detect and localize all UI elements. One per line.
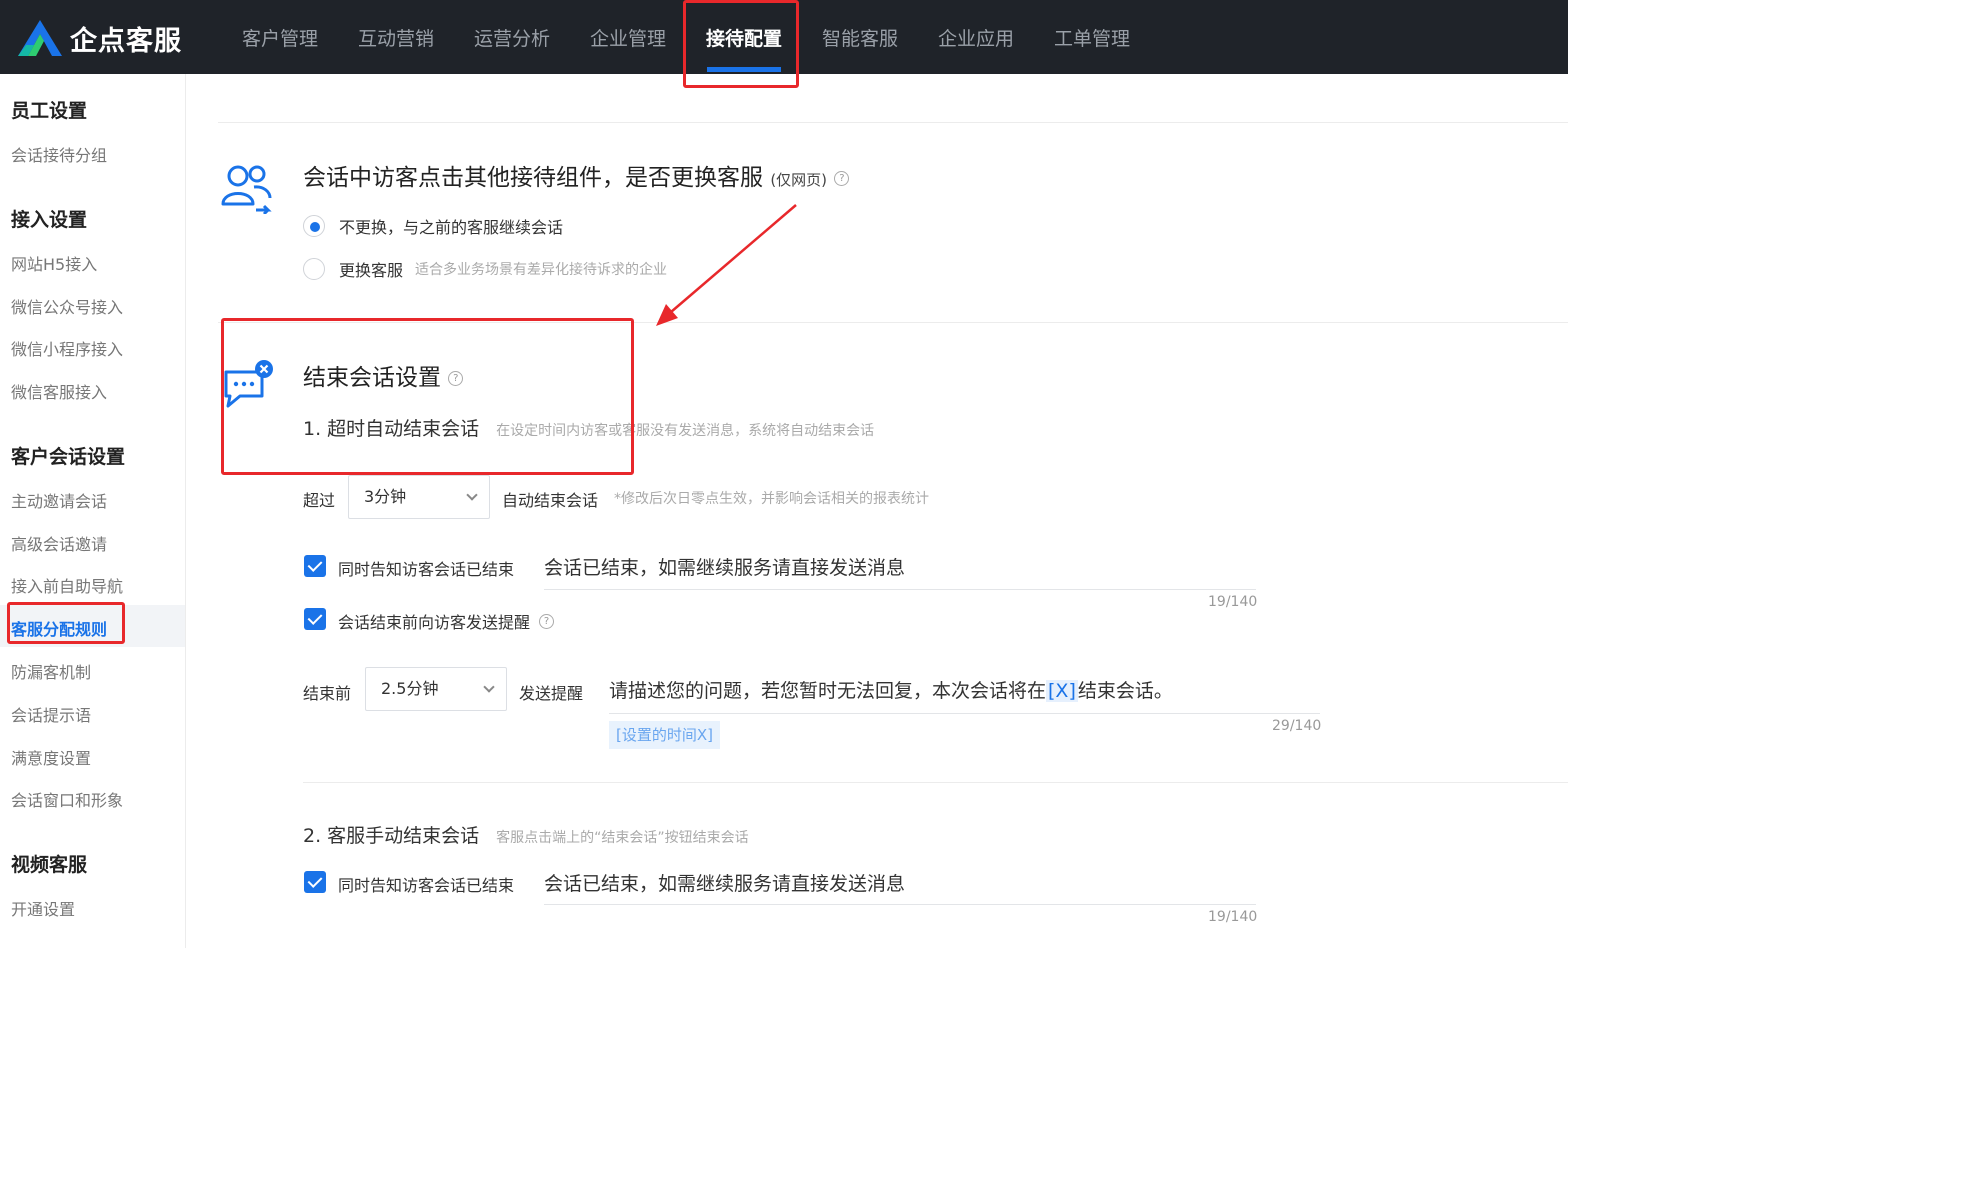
nav-tab-label: 运营分析 — [473, 28, 550, 50]
switch-agent-title-suffix: (仅网页) — [770, 171, 828, 189]
chevron-down-icon — [466, 489, 478, 501]
nav-tab-label: 接待配置 — [705, 28, 782, 50]
main-nav: 客户管理 互动营销 运营分析 企业管理 接待配置 智能客服 企业应用 工单管理 — [222, 0, 1150, 74]
nav-tab-operation-analysis[interactable]: 运营分析 — [454, 0, 570, 74]
radio-switch-agent[interactable]: 更换客服 适合多业务场景有差异化接待诉求的企业 — [303, 257, 667, 281]
switch-agent-title-text: 会话中访客点击其他接待组件，是否更换客服 — [303, 165, 763, 191]
brand-logo[interactable]: 企点客服 — [18, 18, 182, 58]
time-variable-chip[interactable]: [X] — [1046, 680, 1078, 702]
sidebar: 员工设置 会话接待分组 接入设置 网站H5接入 微信公众号接入 微信小程序接入 … — [0, 74, 186, 948]
sidebar-item-window-appearance[interactable]: 会话窗口和形象 — [11, 787, 123, 811]
end-session-title: 结束会话设置 ? — [303, 358, 464, 392]
manual-notify-message-text: 会话已结束，如需继续服务请直接发送消息 — [544, 873, 906, 895]
active-tab-indicator — [707, 67, 781, 72]
remind-message-text: 请描述您的问题，若您暂时无法回复，本次会话将在 — [609, 680, 1047, 702]
timeout-prefix-label: 超过 — [303, 491, 336, 510]
nav-tab-enterprise-apps[interactable]: 企业应用 — [918, 0, 1034, 74]
sidebar-item-activation[interactable]: 开通设置 — [11, 896, 75, 920]
remind-checkbox[interactable] — [304, 608, 326, 630]
auto-end-heading-row: 1. 超时自动结束会话 在设定时间内访客或客服没有发送消息，系统将自动结束会话 — [303, 414, 874, 441]
auto-end-hint: 在设定时间内访客或客服没有发送消息，系统将自动结束会话 — [496, 423, 875, 439]
radio-button[interactable] — [303, 215, 325, 237]
remind-label-row: 会话结束前向访客发送提醒 ? — [338, 609, 555, 633]
notify-end-message-input[interactable]: 会话已结束，如需继续服务请直接发送消息 — [544, 553, 1256, 590]
nav-tab-customer-management[interactable]: 客户管理 — [222, 0, 338, 74]
nav-tab-label: 客户管理 — [241, 28, 318, 50]
insert-time-variable-tag[interactable]: [设置的时间X] — [609, 721, 720, 749]
manual-notify-message-input[interactable]: 会话已结束，如需继续服务请直接发送消息 — [544, 869, 1256, 905]
manual-end-heading: 2. 客服手动结束会话 — [303, 825, 480, 847]
auto-end-heading: 1. 超时自动结束会话 — [303, 418, 480, 440]
notify-end-counter: 19/140 — [1208, 594, 1258, 610]
divider — [303, 782, 1568, 783]
remind-counter: 29/140 — [1272, 718, 1322, 734]
manual-notify-checkbox[interactable] — [304, 871, 326, 893]
sidebar-item-session-groups[interactable]: 会话接待分组 — [11, 142, 107, 166]
manual-end-heading-row: 2. 客服手动结束会话 客服点击端上的“结束会话”按钮结束会话 — [303, 821, 749, 848]
brand-logo-icon — [18, 20, 62, 56]
nav-tab-label: 互动营销 — [357, 28, 434, 50]
sidebar-section-title: 客户会话设置 — [11, 446, 126, 468]
timeout-note: *修改后次日零点生效，并影响会话相关的报表统计 — [614, 491, 929, 507]
remind-message-text-end: 结束会话。 — [1077, 680, 1173, 702]
brand-name: 企点客服 — [70, 25, 182, 57]
nav-tab-reception-config[interactable]: 接待配置 — [686, 0, 802, 74]
sidebar-item-wechat-service[interactable]: 微信客服接入 — [11, 379, 107, 403]
remind-label: 会话结束前向访客发送提醒 — [338, 613, 531, 632]
help-icon[interactable]: ? — [834, 171, 850, 186]
manual-notify-counter: 19/140 — [1208, 909, 1258, 925]
main-content: 会话中访客点击其他接待组件，是否更换客服 (仅网页) ? 不更换，与之前的客服继… — [186, 74, 1568, 948]
remind-prefix-label: 结束前 — [303, 684, 352, 703]
radio-label: 更换客服 — [339, 261, 404, 280]
manual-notify-label: 同时告知访客会话已结束 — [338, 876, 515, 895]
radio-button[interactable] — [303, 258, 325, 280]
timeout-select-value: 3分钟 — [364, 487, 407, 506]
sidebar-item-proactive-invite[interactable]: 主动邀请会话 — [11, 488, 107, 512]
sidebar-item-wechat-miniprogram[interactable]: 微信小程序接入 — [11, 336, 123, 360]
sidebar-item-satisfaction[interactable]: 满意度设置 — [11, 745, 91, 769]
chevron-down-icon — [483, 681, 495, 693]
sidebar-item-anti-loss[interactable]: 防漏客机制 — [11, 659, 91, 683]
sidebar-item-self-navigation[interactable]: 接入前自助导航 — [11, 573, 123, 597]
remind-message-input[interactable]: 请描述您的问题，若您暂时无法回复，本次会话将在 [X] 结束会话。 — [609, 676, 1320, 714]
sidebar-item-wechat-official[interactable]: 微信公众号接入 — [11, 294, 123, 318]
radio-label: 不更换，与之前的客服继续会话 — [339, 218, 564, 237]
top-navigation-bar: 企点客服 客户管理 互动营销 运营分析 企业管理 接待配置 智能客服 企业应用 … — [0, 0, 1568, 74]
sidebar-item-web-h5[interactable]: 网站H5接入 — [11, 251, 97, 275]
remind-suffix-label: 发送提醒 — [519, 684, 584, 703]
annotation-arrow — [656, 204, 797, 326]
users-switch-icon — [221, 165, 272, 214]
remind-time-select-value: 2.5分钟 — [381, 679, 439, 698]
end-session-title-text: 结束会话设置 — [303, 365, 441, 391]
remind-time-select[interactable]: 2.5分钟 — [365, 667, 507, 711]
nav-tab-interactive-marketing[interactable]: 互动营销 — [338, 0, 454, 74]
switch-agent-title: 会话中访客点击其他接待组件，是否更换客服 (仅网页) ? — [303, 158, 850, 192]
nav-tab-label: 企业管理 — [589, 28, 666, 50]
nav-tab-label: 企业应用 — [937, 28, 1014, 50]
nav-tab-ticket-management[interactable]: 工单管理 — [1034, 0, 1150, 74]
manual-end-hint: 客服点击端上的“结束会话”按钮结束会话 — [496, 830, 749, 846]
sidebar-item-advanced-invite[interactable]: 高级会话邀请 — [11, 531, 107, 555]
notify-end-label: 同时告知访客会话已结束 — [338, 560, 515, 579]
notify-end-message-text: 会话已结束，如需继续服务请直接发送消息 — [544, 557, 906, 579]
radio-hint: 适合多业务场景有差异化接待诉求的企业 — [415, 262, 668, 278]
timeout-select[interactable]: 3分钟 — [348, 475, 490, 519]
nav-tab-enterprise-management[interactable]: 企业管理 — [570, 0, 686, 74]
sidebar-section-title: 员工设置 — [11, 100, 88, 122]
sidebar-section-title: 接入设置 — [11, 209, 88, 231]
sidebar-section-title: 视频客服 — [11, 854, 88, 876]
nav-tab-label: 工单管理 — [1053, 28, 1130, 50]
divider — [218, 122, 1568, 123]
timeout-suffix-label: 自动结束会话 — [502, 491, 599, 510]
nav-tab-smart-service[interactable]: 智能客服 — [802, 0, 918, 74]
divider — [218, 322, 1568, 323]
help-icon[interactable]: ? — [448, 371, 464, 386]
sidebar-item-assignment-rules[interactable]: 客服分配规则 — [11, 616, 107, 640]
notify-end-checkbox[interactable] — [304, 555, 326, 577]
help-icon[interactable]: ? — [539, 613, 555, 629]
radio-no-switch[interactable]: 不更换，与之前的客服继续会话 — [303, 214, 563, 238]
sidebar-item-session-prompts[interactable]: 会话提示语 — [11, 702, 91, 726]
chat-close-icon — [224, 360, 273, 408]
nav-tab-label: 智能客服 — [821, 28, 898, 50]
